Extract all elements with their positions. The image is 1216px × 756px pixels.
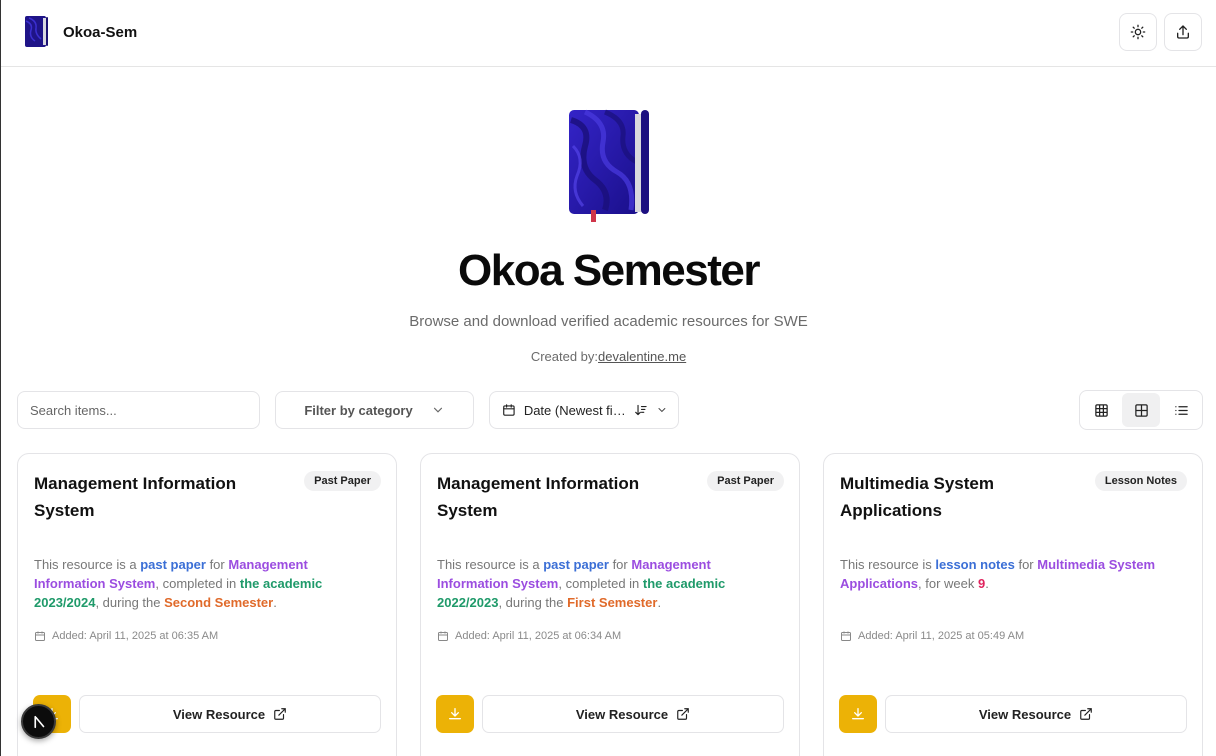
- chevron-down-icon: [433, 407, 442, 413]
- sun-icon: [1130, 24, 1146, 40]
- view-list-button[interactable]: [1162, 393, 1200, 427]
- share-upload-icon: [1177, 25, 1189, 39]
- sort-select[interactable]: Date (Newest first): [489, 391, 679, 429]
- category-filter-select[interactable]: Filter by category: [275, 391, 474, 429]
- resource-card: Multimedia System Applications Lesson No…: [823, 453, 1203, 756]
- sort-descending-icon: [635, 404, 648, 416]
- calendar-icon: [35, 631, 45, 641]
- external-link-icon: [1080, 708, 1092, 720]
- theme-toggle-button[interactable]: [1119, 13, 1157, 51]
- view-resource-button[interactable]: View Resource: [482, 695, 784, 733]
- category-badge: Lesson Notes: [1094, 471, 1187, 491]
- credit-line: Created by:devalentine.me: [1, 349, 1216, 364]
- view-mode-toggle: [1079, 390, 1203, 430]
- search-input[interactable]: [17, 391, 260, 429]
- sort-label: Date (Newest first): [523, 402, 627, 418]
- page-subtitle: Browse and download verified academic re…: [409, 313, 808, 330]
- calendar-icon: [503, 404, 515, 416]
- share-button[interactable]: [1164, 13, 1202, 51]
- view-resource-button[interactable]: View Resource: [79, 695, 381, 733]
- grid-3-icon: [1094, 403, 1108, 417]
- calendar-icon: [438, 631, 448, 641]
- credit-link[interactable]: devalentine.me: [598, 349, 686, 364]
- view-grid-3-button[interactable]: [1082, 393, 1120, 427]
- calendar-icon: [841, 631, 851, 641]
- added-date: Added: April 11, 2025 at 05:49 AM: [840, 630, 1024, 642]
- list-icon: [1174, 405, 1188, 415]
- card-description: This resource is a past paper for Manage…: [437, 557, 726, 610]
- view-resource-button[interactable]: View Resource: [885, 695, 1187, 733]
- brand[interactable]: Okoa-Sem: [23, 15, 137, 49]
- card-title: Multimedia System Applications: [840, 474, 994, 520]
- download-button[interactable]: [436, 695, 474, 733]
- hero-book-illustration: [569, 109, 649, 222]
- download-icon: [449, 708, 461, 720]
- download-button[interactable]: [839, 695, 877, 733]
- external-link-icon: [274, 708, 286, 720]
- card-description: This resource is a past paper for Manage…: [34, 557, 323, 610]
- card-title: Management Information System: [437, 474, 640, 520]
- external-link-icon: [677, 708, 689, 720]
- brand-title: Okoa-Sem: [63, 23, 138, 41]
- credit-prefix: Created by:: [530, 349, 599, 364]
- category-badge: Past Paper: [304, 471, 381, 491]
- book-logo-icon: [25, 16, 48, 47]
- top-bar: Okoa-Sem: [1, 0, 1216, 67]
- view-grid-2-button[interactable]: [1122, 393, 1160, 427]
- page-title: Okoa Semester: [458, 246, 760, 295]
- resource-card: Management Information System Past Paper…: [17, 453, 397, 756]
- card-title: Management Information System: [34, 474, 237, 520]
- chevron-down-icon: [658, 408, 666, 413]
- download-icon: [852, 708, 864, 720]
- added-date: Added: April 11, 2025 at 06:35 AM: [34, 630, 218, 642]
- next-logo-icon: [33, 715, 44, 728]
- category-badge: Past Paper: [707, 471, 784, 491]
- added-date: Added: April 11, 2025 at 06:34 AM: [437, 630, 621, 642]
- card-description: This resource is lesson notes for Multim…: [840, 557, 1156, 591]
- resource-card: Management Information System Past Paper…: [420, 453, 800, 756]
- filter-label: Filter by category: [304, 402, 413, 418]
- grid-2-icon: [1134, 403, 1148, 417]
- devtools-floating-button[interactable]: [21, 704, 56, 739]
